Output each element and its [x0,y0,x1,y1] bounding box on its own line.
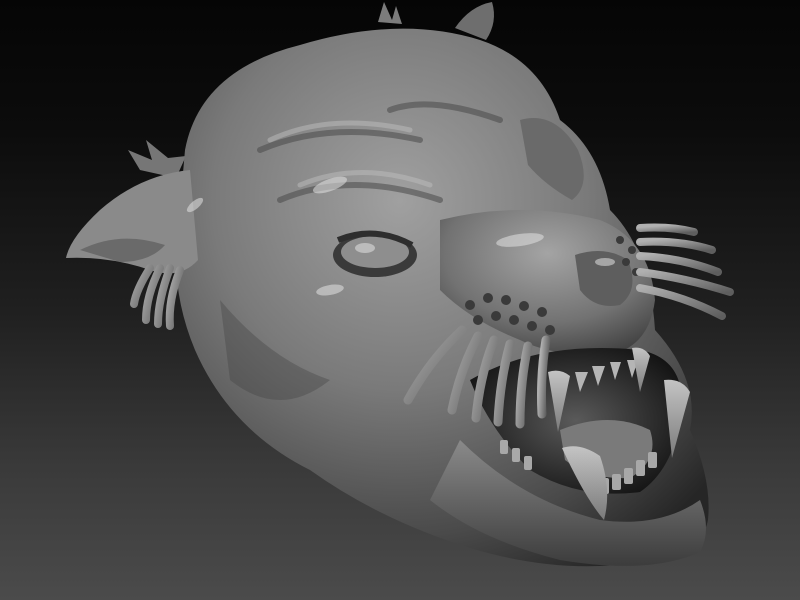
sculpt-viewport[interactable] [0,0,800,600]
eye [333,230,417,277]
sculpt-render [66,2,734,567]
ear-whiskers [130,264,184,330]
